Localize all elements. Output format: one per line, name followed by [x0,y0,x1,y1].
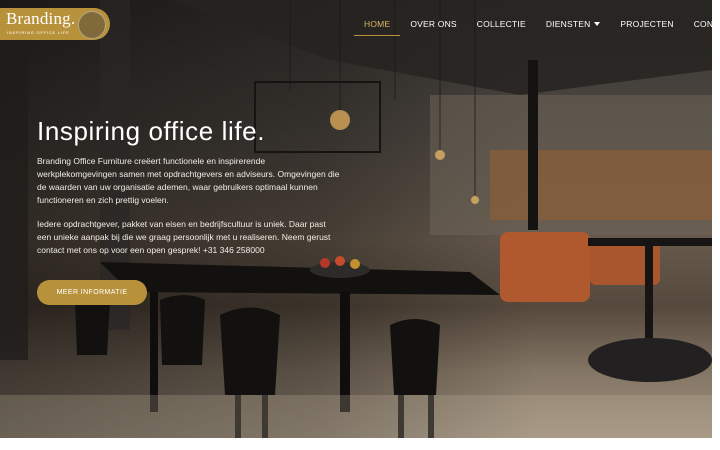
logo-emblem-icon [78,11,106,39]
chevron-down-icon [594,22,601,26]
main-nav: HOME OVER ONS COLLECTIE DIENSTEN PROJECT… [354,19,712,36]
nav-item-projecten[interactable]: PROJECTEN [610,19,683,35]
nav-item-contact[interactable]: CONTACT [684,19,712,35]
hero-paragraph-intro: Branding Office Furniture creëert functi… [37,156,340,205]
nav-item-over-ons[interactable]: OVER ONS [400,19,466,35]
brand-logo[interactable]: Branding. INSPIRING OFFICE LIFE [0,8,110,40]
hero-section: Branding. INSPIRING OFFICE LIFE HOME OVE… [0,0,712,438]
brand-name: Branding. [6,9,76,28]
nav-item-home[interactable]: HOME [354,19,401,36]
hero-title: Inspiring office life. [37,116,266,146]
nav-item-collectie[interactable]: COLLECTIE [467,19,536,35]
nav-item-diensten[interactable]: DIENSTEN [536,19,611,35]
brand-tagline: INSPIRING OFFICE LIFE [7,30,70,35]
meer-informatie-button[interactable]: MEER INFORMATIE [37,280,147,305]
hero-paragraph-contact: Iedere opdrachtgever, pakket van eisen e… [37,219,331,255]
